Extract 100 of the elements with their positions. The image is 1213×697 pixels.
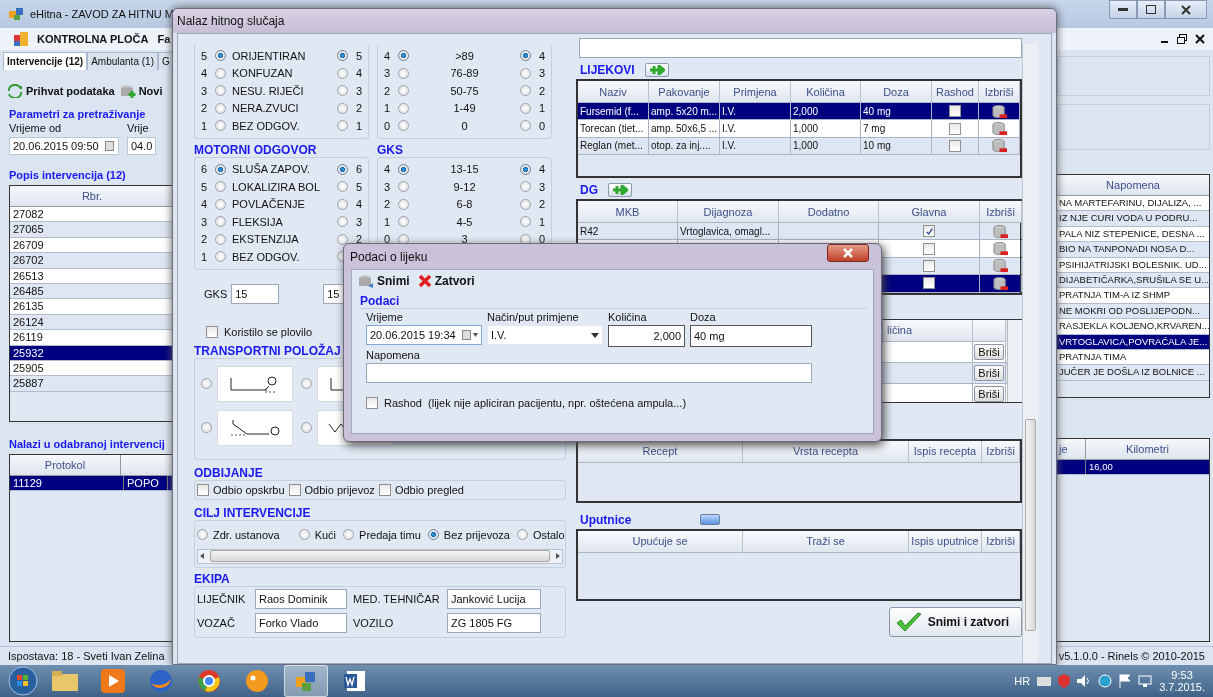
tab[interactable]: Intervencije (12): [3, 52, 88, 70]
add-button[interactable]: [608, 183, 632, 197]
delete-icon[interactable]: [993, 258, 1008, 274]
new-button[interactable]: Novi: [119, 84, 163, 98]
checkbox[interactable]: [923, 225, 935, 238]
dose-field[interactable]: 40 mg: [690, 325, 812, 347]
radio-button[interactable]: [301, 378, 312, 389]
checkbox[interactable]: [197, 483, 209, 496]
radio-button[interactable]: [398, 67, 409, 79]
delete-icon[interactable]: [993, 241, 1008, 257]
menu-item[interactable]: KONTROLNA PLOČA: [37, 33, 149, 45]
close-button[interactable]: Zatvori: [417, 274, 475, 288]
checkbox[interactable]: [923, 259, 935, 272]
table-row[interactable]: 16,00: [1057, 460, 1209, 476]
maximize-button[interactable]: [1137, 0, 1165, 19]
column-header[interactable]: Dijagnoza: [678, 201, 779, 223]
table-row[interactable]: Fursemid (f... amp. 5x20 m... I.V. 2,000 40 mg: [578, 103, 1020, 121]
table-cell[interactable]: Torecan (tiet...: [578, 120, 649, 137]
circle-icon[interactable]: [1098, 674, 1113, 688]
radio-button[interactable]: [337, 198, 348, 210]
table-row[interactable]: R42 Vrtoglavica, omagl...: [578, 223, 1020, 241]
radio-button[interactable]: [516, 529, 528, 540]
column-header[interactable]: Dodatno: [779, 201, 879, 223]
radio-button[interactable]: [337, 102, 348, 114]
horizontal-scrollbar[interactable]: [197, 548, 563, 564]
table-cell[interactable]: 26702: [10, 253, 174, 269]
date-field[interactable]: 20.06.2015 19:34: [366, 325, 482, 345]
table-cell[interactable]: I.V.: [720, 137, 791, 155]
radio-button[interactable]: [520, 163, 531, 175]
radio-button[interactable]: [215, 85, 226, 97]
column-header[interactable]: Ispis uputnice: [909, 530, 982, 553]
radio-button[interactable]: [520, 120, 531, 132]
table-cell[interactable]: 26119: [10, 330, 174, 346]
table-cell[interactable]: amp. 50x6,5 ...: [649, 120, 720, 137]
language-indicator[interactable]: HR: [1014, 675, 1031, 687]
table-cell[interactable]: POPO: [124, 476, 168, 491]
clock-date[interactable]: 3.7.2015.: [1159, 681, 1205, 693]
radio-button[interactable]: [398, 85, 409, 97]
calendar-icon[interactable]: [104, 141, 115, 151]
column-header[interactable]: Izbriši: [982, 440, 1020, 463]
radio-button[interactable]: [337, 181, 348, 193]
checkbox[interactable]: [949, 139, 961, 152]
column-header[interactable]: Protokol: [10, 455, 121, 476]
close-icon[interactable]: [1195, 34, 1205, 44]
gks-field[interactable]: 15: [231, 283, 280, 304]
radio-button[interactable]: [215, 50, 226, 62]
scroll-left-icon[interactable]: [198, 552, 206, 560]
route-dropdown[interactable]: I.V.: [487, 325, 603, 345]
start-button[interactable]: [8, 666, 38, 696]
close-button[interactable]: [827, 244, 869, 262]
column-header[interactable]: Napomena: [1057, 175, 1209, 196]
column-header[interactable]: Rashod: [932, 81, 979, 103]
radio-button[interactable]: [215, 216, 226, 228]
checkbox[interactable]: [923, 242, 935, 255]
checkbox[interactable]: [949, 105, 961, 118]
add-button[interactable]: [644, 63, 669, 77]
calendar-icon[interactable]: [462, 330, 478, 340]
radio-button[interactable]: [337, 233, 348, 245]
column-header[interactable]: Izbriši: [980, 201, 1022, 223]
column-header[interactable]: Izbriši: [982, 530, 1020, 553]
save-close-button[interactable]: Snimi i zatvori: [888, 606, 1022, 637]
radio-button[interactable]: [398, 50, 409, 62]
checkbox[interactable]: [366, 397, 378, 409]
date-field[interactable]: 04.0: [127, 137, 157, 155]
minimize-button[interactable]: [1109, 0, 1137, 19]
column-header[interactable]: MKB: [578, 201, 678, 223]
table-cell[interactable]: otop. za inj....: [649, 137, 720, 155]
quantity-field[interactable]: 2,000: [608, 325, 685, 347]
radio-button[interactable]: [337, 120, 348, 132]
column-header[interactable]: Doza: [861, 81, 932, 103]
column-header[interactable]: Kilometri: [1086, 439, 1209, 460]
text-field[interactable]: [579, 38, 1022, 58]
column-header[interactable]: Traži se: [743, 530, 909, 553]
column-header[interactable]: Recept: [578, 440, 743, 463]
table-cell[interactable]: 1,000: [791, 120, 861, 137]
radio-button[interactable]: [215, 120, 226, 132]
radio-button[interactable]: [215, 233, 226, 245]
delete-icon[interactable]: [991, 103, 1007, 119]
note-field[interactable]: [366, 363, 812, 383]
radio-button[interactable]: [215, 67, 226, 79]
accept-data-button[interactable]: Prihvat podataka: [7, 84, 115, 98]
column-header[interactable]: Vrsta recepta: [743, 440, 909, 463]
text-field[interactable]: Janković Lucija: [447, 588, 541, 609]
menu-item[interactable]: Fa: [157, 33, 171, 45]
text-field[interactable]: ZG 1805 FG: [447, 612, 541, 633]
table-cell[interactable]: 11129: [10, 476, 124, 491]
radio-button[interactable]: [337, 67, 348, 79]
text-field[interactable]: Forko Vlado: [255, 612, 347, 633]
column-header[interactable]: Upućuje se: [578, 530, 743, 553]
close-button[interactable]: [1165, 0, 1207, 19]
table-cell[interactable]: RASJEKLA KOLJENO,KRVAREN...: [1057, 319, 1209, 335]
radio-button[interactable]: [215, 102, 226, 114]
radio-button[interactable]: [337, 216, 348, 228]
table-cell[interactable]: 25887: [10, 376, 174, 392]
date-field[interactable]: 20.06.2015 09:50: [9, 137, 119, 155]
checkbox[interactable]: [949, 122, 961, 135]
column-header[interactable]: [973, 319, 1006, 342]
column-header[interactable]: ličina: [883, 319, 973, 342]
radio-button[interactable]: [398, 163, 409, 175]
vertical-scrollbar[interactable]: [1007, 319, 1022, 402]
